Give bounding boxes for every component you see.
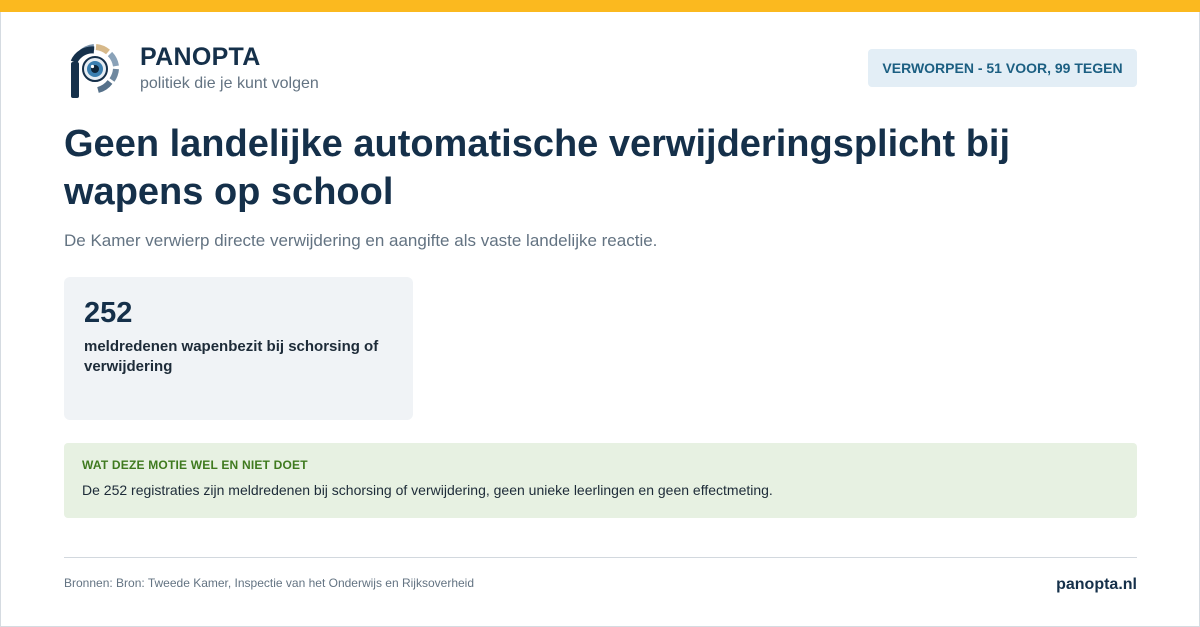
stat-card: 252 meldredenen wapenbezit bij schorsing… — [64, 277, 413, 420]
status-badge: VERWORPEN - 51 VOOR, 99 TEGEN — [868, 49, 1137, 87]
eye-p-logo-icon — [68, 42, 120, 100]
stat-label: meldredenen wapenbezit bij schorsing of … — [84, 338, 379, 375]
accent-top-bar — [0, 0, 1200, 12]
brand-name: PANOPTA — [140, 43, 261, 71]
note-text: De 252 registraties zijn meldredenen bij… — [82, 482, 773, 498]
page-subtitle: De Kamer verwierp directe verwijdering e… — [64, 231, 658, 250]
note-heading: WAT DEZE MOTIE WEL EN NIET DOET — [82, 458, 308, 472]
footer-divider — [64, 557, 1137, 558]
footer-sources: Bronnen: Bron: Tweede Kamer, Inspectie v… — [64, 576, 475, 590]
footer-site-link[interactable]: panopta.nl — [1056, 576, 1137, 594]
page-title: Geen landelijke automatische verwijderin… — [64, 123, 1011, 213]
stat-value: 252 — [84, 297, 133, 329]
motion-scope-note: WAT DEZE MOTIE WEL EN NIET DOET De 252 r… — [64, 443, 1137, 518]
brand-tagline: politiek die je kunt volgen — [140, 75, 319, 92]
